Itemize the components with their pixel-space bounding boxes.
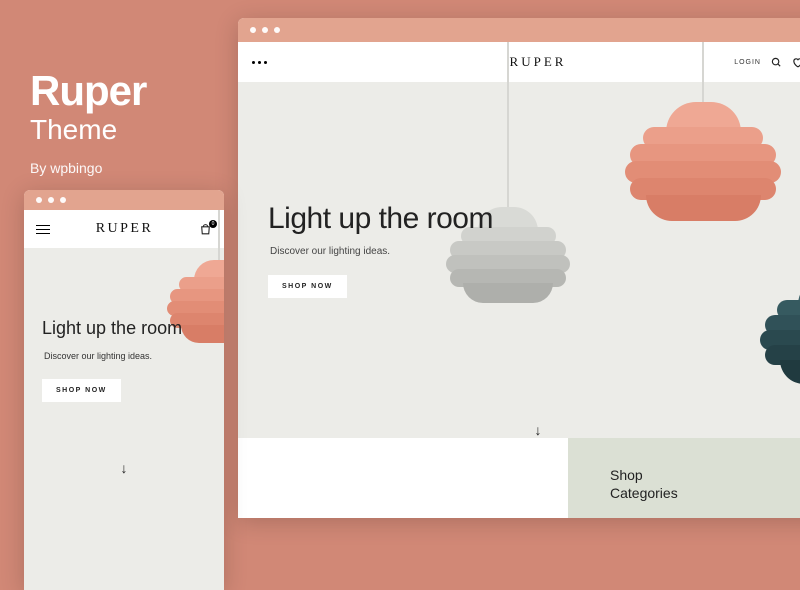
hero-headline: Light up the room (268, 202, 800, 236)
hero-tagline: Discover our lighting ideas. (270, 246, 800, 257)
hero-section: Light up the room Discover our lighting … (24, 248, 224, 402)
theme-title-block: Ruper Theme By wpbingo (30, 70, 146, 176)
hero-tagline: Discover our lighting ideas. (44, 351, 224, 361)
shop-now-button[interactable]: SHOP NOW (268, 275, 347, 298)
window-chrome (238, 18, 800, 42)
mobile-preview: RUPER 0 Light up the room Discover our l… (24, 190, 224, 590)
theme-author: By wpbingo (30, 160, 146, 176)
theme-subtitle: Theme (30, 114, 146, 146)
categories-label-2[interactable]: Categories (610, 484, 800, 502)
window-dot (262, 27, 268, 33)
scroll-down-icon[interactable]: ↓ (121, 460, 128, 476)
categories-label-1[interactable]: Shop (610, 466, 800, 484)
hero-headline: Light up the room (42, 318, 224, 339)
menu-dots-icon[interactable] (252, 61, 267, 64)
desktop-preview: RUPER LOGIN 0 0 (238, 18, 800, 518)
window-chrome (24, 190, 224, 210)
window-dot (60, 197, 66, 203)
window-dot (48, 197, 54, 203)
brand-logo[interactable]: RUPER (96, 221, 154, 237)
window-dot (274, 27, 280, 33)
theme-name: Ruper (30, 70, 146, 112)
shop-now-button[interactable]: SHOP NOW (42, 379, 121, 402)
hero-section: Light up the room Discover our lighting … (238, 82, 800, 298)
hamburger-icon[interactable] (36, 225, 50, 234)
window-dot (250, 27, 256, 33)
categories-footer: Shop Categories (238, 438, 800, 518)
window-dot (36, 197, 42, 203)
scroll-down-icon[interactable]: ↓ (535, 422, 542, 438)
